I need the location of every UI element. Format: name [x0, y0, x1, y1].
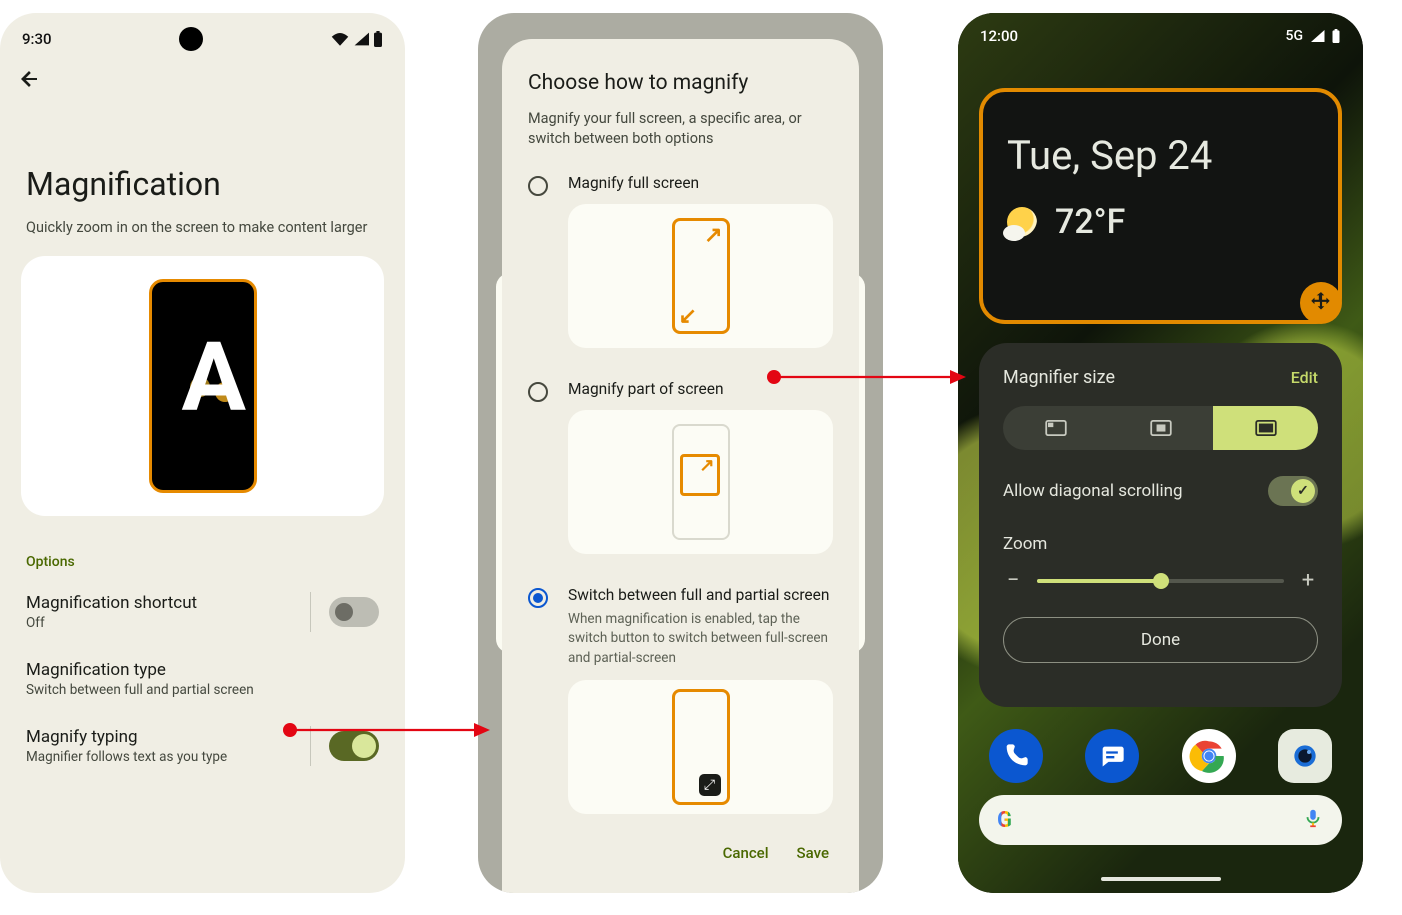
option-switch[interactable]: Switch between full and partial screen W… — [528, 586, 833, 833]
app-dock — [979, 729, 1342, 783]
voice-search-button[interactable] — [1302, 807, 1324, 833]
done-button[interactable]: Done — [1003, 617, 1318, 663]
page-subtitle: Quickly zoom in on the screen to make co… — [0, 219, 405, 256]
messages-app-icon[interactable] — [1085, 729, 1139, 783]
zoom-label: Zoom — [1003, 534, 1318, 554]
radio-icon[interactable] — [528, 588, 548, 608]
back-button[interactable] — [0, 57, 405, 105]
row-divider — [310, 592, 311, 632]
mic-icon — [1302, 807, 1324, 829]
magnifier-settings-panel: Magnifier size Edit Allow diagonal scrol… — [979, 343, 1342, 707]
magnify-typing-row[interactable]: Magnify typing Magnifier follows text as… — [0, 712, 405, 780]
phone-icon — [1002, 742, 1030, 770]
row-secondary: Switch between full and partial screen — [26, 682, 254, 698]
option-illustration: ↗↙ — [568, 204, 833, 348]
signal-icon — [353, 32, 369, 46]
row-secondary: Off — [26, 615, 197, 631]
option-illustration: ⤢ — [568, 680, 833, 814]
cancel-button[interactable]: Cancel — [723, 844, 769, 862]
magnification-type-row[interactable]: Magnification type Switch between full a… — [0, 646, 405, 712]
zoom-in-button[interactable]: + — [1298, 568, 1318, 593]
option-label: Magnify part of screen — [568, 380, 833, 398]
switch-mode-icon: ⤢ — [672, 689, 730, 805]
signal-icon — [1309, 30, 1325, 42]
edit-button[interactable]: Edit — [1291, 368, 1318, 387]
status-time: 12:00 — [980, 27, 1018, 45]
chrome-icon — [1187, 734, 1231, 778]
lens-move-handle[interactable] — [1300, 282, 1342, 324]
phone-app-icon[interactable] — [989, 729, 1043, 783]
network-label: 5G — [1286, 28, 1304, 44]
row-secondary: Magnifier follows text as you type — [26, 749, 227, 765]
magnification-preview: A — [21, 256, 384, 516]
size-medium-icon — [1150, 420, 1172, 436]
shortcut-toggle[interactable] — [329, 597, 379, 627]
settings-magnification-screen: 9:30 Magnification Quickly zoom in on th… — [0, 13, 405, 893]
option-full-screen[interactable]: Magnify full screen ↗↙ — [528, 174, 833, 374]
options-header: Options — [0, 516, 405, 578]
panel-title: Magnifier size — [1003, 367, 1115, 388]
home-screen-magnifier: 12:00 5G Tue, Sep 24 72°F Magnifier size… — [958, 13, 1363, 893]
battery-icon — [1331, 29, 1341, 43]
size-large-icon — [1255, 420, 1277, 436]
save-button[interactable]: Save — [797, 844, 829, 862]
google-logo-icon: G — [997, 808, 1012, 833]
status-bar: 12:00 5G — [980, 27, 1341, 45]
row-primary: Magnification type — [26, 660, 254, 680]
weather-widget: 72°F — [1007, 202, 1125, 242]
typing-toggle[interactable] — [329, 731, 379, 761]
diagonal-scroll-label: Allow diagonal scrolling — [1003, 481, 1183, 501]
camera-notch-icon — [179, 27, 203, 51]
option-label: Magnify full screen — [568, 174, 833, 192]
wifi-icon — [331, 32, 349, 46]
option-illustration: ↗ — [568, 410, 833, 554]
option-part-screen[interactable]: Magnify part of screen ↗ — [528, 380, 833, 580]
zoom-slider[interactable] — [1037, 579, 1284, 583]
size-medium-option[interactable] — [1108, 406, 1213, 450]
status-icons-group — [331, 31, 383, 47]
weather-sun-icon — [1007, 207, 1037, 237]
preview-device-icon: A — [149, 279, 257, 493]
magnify-type-dialog: Choose how to magnify Magnify your full … — [502, 39, 859, 893]
dialog-subtitle: Magnify your full screen, a specific are… — [528, 109, 833, 150]
google-search-bar[interactable]: G — [979, 795, 1342, 845]
row-primary: Magnification shortcut — [26, 593, 197, 613]
magnifier-lens[interactable]: Tue, Sep 24 72°F — [979, 88, 1342, 324]
option-desc: When magnification is enabled, tap the s… — [568, 610, 833, 669]
status-time: 9:30 — [22, 30, 52, 48]
size-small-option[interactable] — [1003, 406, 1108, 450]
magnify-type-dialog-screen: Choose how to magnify Magnify your full … — [478, 13, 883, 893]
lens-temp: 72°F — [1055, 202, 1125, 242]
camera-icon — [1289, 740, 1321, 772]
option-label: Switch between full and partial screen — [568, 586, 833, 604]
battery-icon — [373, 31, 383, 47]
back-arrow-icon — [18, 67, 42, 91]
full-screen-icon: ↗↙ — [672, 218, 730, 334]
radio-icon[interactable] — [528, 382, 548, 402]
page-title: Magnification — [0, 105, 405, 219]
size-large-option[interactable] — [1213, 406, 1318, 450]
messages-icon — [1098, 742, 1126, 770]
row-primary: Magnify typing — [26, 727, 227, 747]
part-screen-icon: ↗ — [672, 424, 730, 540]
size-small-icon — [1045, 420, 1067, 436]
camera-app-icon[interactable] — [1278, 729, 1332, 783]
zoom-out-button[interactable]: − — [1003, 568, 1023, 593]
move-icon — [1308, 290, 1334, 316]
gesture-nav-handle[interactable] — [1101, 877, 1221, 881]
lens-date: Tue, Sep 24 — [1007, 132, 1212, 179]
radio-icon[interactable] — [528, 176, 548, 196]
chrome-app-icon[interactable] — [1182, 729, 1236, 783]
size-segmented-control[interactable] — [1003, 406, 1318, 450]
status-bar: 9:30 — [0, 13, 405, 57]
magnification-shortcut-row[interactable]: Magnification shortcut Off — [0, 578, 405, 646]
dialog-title: Choose how to magnify — [528, 71, 833, 95]
row-divider — [310, 726, 311, 766]
diagonal-scroll-toggle[interactable] — [1268, 476, 1318, 506]
